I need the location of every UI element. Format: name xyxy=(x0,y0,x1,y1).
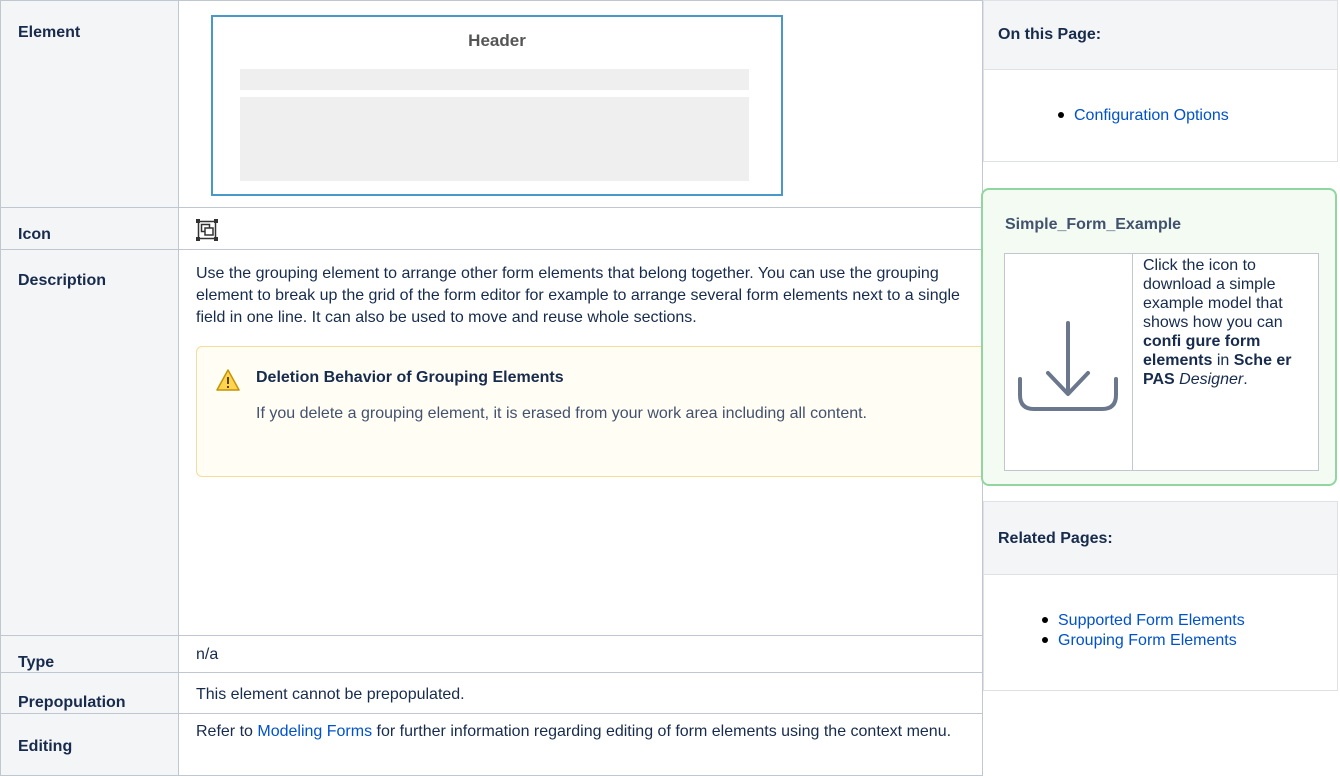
example-description: Click the icon to download a simple exam… xyxy=(1132,253,1319,471)
table-row-element: Element Header xyxy=(0,0,983,208)
related-link-label[interactable]: Supported Form Elements xyxy=(1058,612,1245,629)
example-table: Click the icon to download a simple exam… xyxy=(1004,253,1319,471)
on-this-page-list: Configuration Options xyxy=(1056,106,1337,126)
table-row-editing: Editing Refer to Modeling Forms for furt… xyxy=(0,713,986,776)
element-properties-table: Element Header Icon Description Use the … xyxy=(0,0,988,776)
row-header-icon: Icon xyxy=(0,207,179,250)
type-value: n/a xyxy=(196,646,219,663)
toc-link-label[interactable]: Configuration Options xyxy=(1074,107,1229,124)
modeling-forms-link[interactable]: Modeling Forms xyxy=(257,723,372,740)
grouping-element-mockup: Header xyxy=(211,15,783,196)
table-row-description: Description Use the grouping element to … xyxy=(0,249,988,636)
related-pages-list: Supported Form Elements Grouping Form El… xyxy=(1040,611,1337,651)
grouping-element-icon xyxy=(196,219,218,241)
example-italic-text: Designer xyxy=(1179,371,1244,388)
related-pages-panel: Related Pages: Supported Form Elements G… xyxy=(983,501,1338,691)
editing-text: Refer to Modeling Forms for further info… xyxy=(196,721,986,743)
example-title: Simple_Form_Example xyxy=(1005,216,1182,233)
related-link-label[interactable]: Grouping Form Elements xyxy=(1058,632,1237,649)
table-row-icon: Icon xyxy=(0,207,983,250)
editing-value-cell: Refer to Modeling Forms for further info… xyxy=(178,713,986,776)
row-header-editing: Editing xyxy=(0,713,179,776)
row-header-element: Element xyxy=(0,0,179,208)
prepopulation-value: This element cannot be prepopulated. xyxy=(196,686,465,703)
example-text: Click the icon to download a simple exam… xyxy=(1143,257,1283,331)
download-cell[interactable] xyxy=(1004,253,1133,471)
mockup-header-title: Header xyxy=(468,31,526,50)
description-value-cell: Use the grouping element to arrange othe… xyxy=(178,249,988,636)
icon-value-cell xyxy=(178,207,983,250)
toc-link-configuration-options[interactable]: Configuration Options xyxy=(1056,106,1337,126)
mockup-field-bar xyxy=(240,69,749,90)
row-header-prepopulation: Prepopulation xyxy=(0,672,179,714)
example-text: . xyxy=(1243,371,1248,388)
prepopulation-value-cell: This element cannot be prepopulated. xyxy=(178,672,983,714)
on-this-page-panel: On this Page: Configuration Options xyxy=(983,0,1338,162)
related-link-grouping-form-elements[interactable]: Grouping Form Elements xyxy=(1040,631,1337,651)
table-row-prepopulation: Prepopulation This element cannot be pre… xyxy=(0,672,983,714)
type-value-cell: n/a xyxy=(178,635,983,673)
editing-prefix: Refer to xyxy=(196,723,258,740)
example-download-panel: Simple_Form_Example Click the icon to do… xyxy=(981,188,1337,486)
row-header-description: Description xyxy=(0,249,179,636)
on-this-page-heading: On this Page: xyxy=(984,1,1337,70)
table-row-type: Type n/a xyxy=(0,635,983,673)
warning-title: Deletion Behavior of Grouping Elements xyxy=(256,369,564,386)
related-pages-heading: Related Pages: xyxy=(984,502,1337,575)
warning-triangle-icon xyxy=(216,368,240,392)
related-link-supported-form-elements[interactable]: Supported Form Elements xyxy=(1040,611,1337,631)
warning-panel: Deletion Behavior of Grouping Elements I… xyxy=(196,346,988,477)
download-icon[interactable] xyxy=(1006,255,1131,464)
warning-body: If you delete a grouping element, it is … xyxy=(256,405,867,422)
mockup-field-bar xyxy=(240,97,749,181)
row-header-type: Type xyxy=(0,635,179,673)
element-preview-cell: Header xyxy=(178,0,983,208)
editing-suffix: for further information regarding editin… xyxy=(372,723,952,740)
description-text: Use the grouping element to arrange othe… xyxy=(196,265,960,326)
example-text: in xyxy=(1212,352,1234,369)
